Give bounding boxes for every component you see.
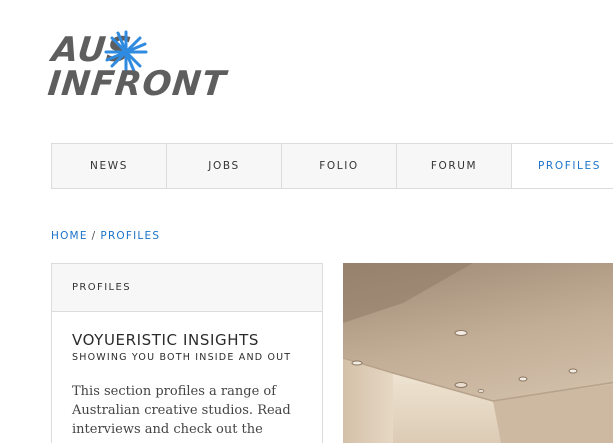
breadcrumb-separator: / [91,230,97,242]
main-nav: NEWS JOBS FOLIO FORUM PROFILES [51,143,613,189]
page: AUS INFRONT NEWS JOBS FOLIO FORUM PROFIL… [0,0,613,443]
studio-interior-photo-graphic [343,263,613,443]
profiles-panel: PROFILES VOYUERISTIC INSIGHTS SHOWING YO… [51,263,323,443]
nav-item-folio[interactable]: FOLIO [282,144,397,188]
nav-item-news[interactable]: NEWS [52,144,167,188]
nav-item-jobs[interactable]: JOBS [167,144,282,188]
panel-title: VOYUERISTIC INSIGHTS [72,331,259,349]
studio-interior-photo[interactable] [343,263,613,443]
breadcrumb-current-link[interactable]: PROFILES [100,230,160,242]
logo-text-line2: INFRONT [45,64,229,104]
breadcrumb-home-link[interactable]: HOME [51,230,88,242]
site-logo[interactable]: AUS INFRONT [46,28,228,108]
nav-item-profiles[interactable]: PROFILES [512,144,613,188]
panel-description: This section profiles a range of Austral… [72,384,291,437]
panel-header: PROFILES [52,264,322,312]
panel-subtitle: SHOWING YOU BOTH INSIDE AND OUT [72,352,292,363]
nav-item-forum[interactable]: FORUM [397,144,512,188]
breadcrumb: HOME / PROFILES [51,230,160,242]
